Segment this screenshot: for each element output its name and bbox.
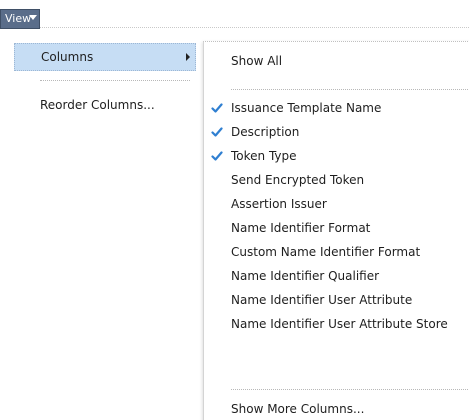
view-menu-label: View [5, 12, 32, 25]
chevron-right-icon [186, 53, 190, 61]
submenu-column-item[interactable]: Name Identifier User Attribute [204, 288, 469, 312]
submenu-item-show-all-label: Show All [231, 54, 283, 68]
submenu-column-item[interactable]: Name Identifier User Attribute Store [204, 312, 469, 336]
toolbar-divider [40, 27, 469, 28]
checkmark-icon [211, 127, 223, 137]
submenu-column-item[interactable]: Name Identifier Format [204, 216, 469, 240]
submenu-separator [231, 89, 469, 90]
checkmark-icon [211, 103, 223, 113]
submenu-item-show-more-columns[interactable]: Show More Columns... [204, 397, 469, 420]
submenu-column-item[interactable]: Issuance Template Name [204, 96, 469, 120]
submenu-column-item[interactable]: Description [204, 120, 469, 144]
submenu-column-item-label: Issuance Template Name [231, 101, 382, 115]
menu-item-columns[interactable]: Columns [14, 43, 196, 71]
submenu-column-item-label: Description [231, 125, 300, 139]
columns-submenu: Show All Issuance Template Name Descripti… [203, 41, 469, 420]
menu-item-reorder-columns[interactable]: Reorder Columns... [14, 92, 196, 118]
submenu-column-item-label: Token Type [231, 149, 297, 163]
submenu-column-item[interactable]: Send Encrypted Token [204, 168, 469, 192]
chevron-down-icon [29, 15, 37, 20]
view-menu-screen: View Columns Reorder Columns... Show All… [0, 0, 469, 420]
submenu-column-item[interactable]: Name Identifier Qualifier [204, 264, 469, 288]
checkmark-icon [211, 151, 223, 161]
view-menu-button[interactable]: View [0, 9, 40, 29]
submenu-column-item-label: Send Encrypted Token [231, 173, 365, 187]
menu-item-columns-label: Columns [41, 50, 94, 64]
menu-item-reorder-columns-label: Reorder Columns... [40, 98, 155, 112]
submenu-column-item-label: Name Identifier User Attribute Store [231, 317, 448, 331]
submenu-column-item[interactable]: Custom Name Identifier Format [204, 240, 469, 264]
submenu-column-item-label: Name Identifier Format [231, 221, 371, 235]
submenu-column-item-label: Assertion Issuer [231, 197, 327, 211]
submenu-column-item-label: Custom Name Identifier Format [231, 245, 421, 259]
submenu-column-item-label: Name Identifier Qualifier [231, 269, 380, 283]
submenu-column-item-label: Name Identifier User Attribute [231, 293, 413, 307]
submenu-column-item[interactable]: Assertion Issuer [204, 192, 469, 216]
submenu-column-item[interactable]: Token Type [204, 144, 469, 168]
view-menu-dropdown: Columns Reorder Columns... [10, 38, 206, 420]
submenu-item-show-more-columns-label: Show More Columns... [231, 402, 365, 416]
menu-separator [40, 80, 190, 81]
submenu-separator [231, 389, 469, 390]
submenu-item-show-all[interactable]: Show All [204, 49, 469, 73]
